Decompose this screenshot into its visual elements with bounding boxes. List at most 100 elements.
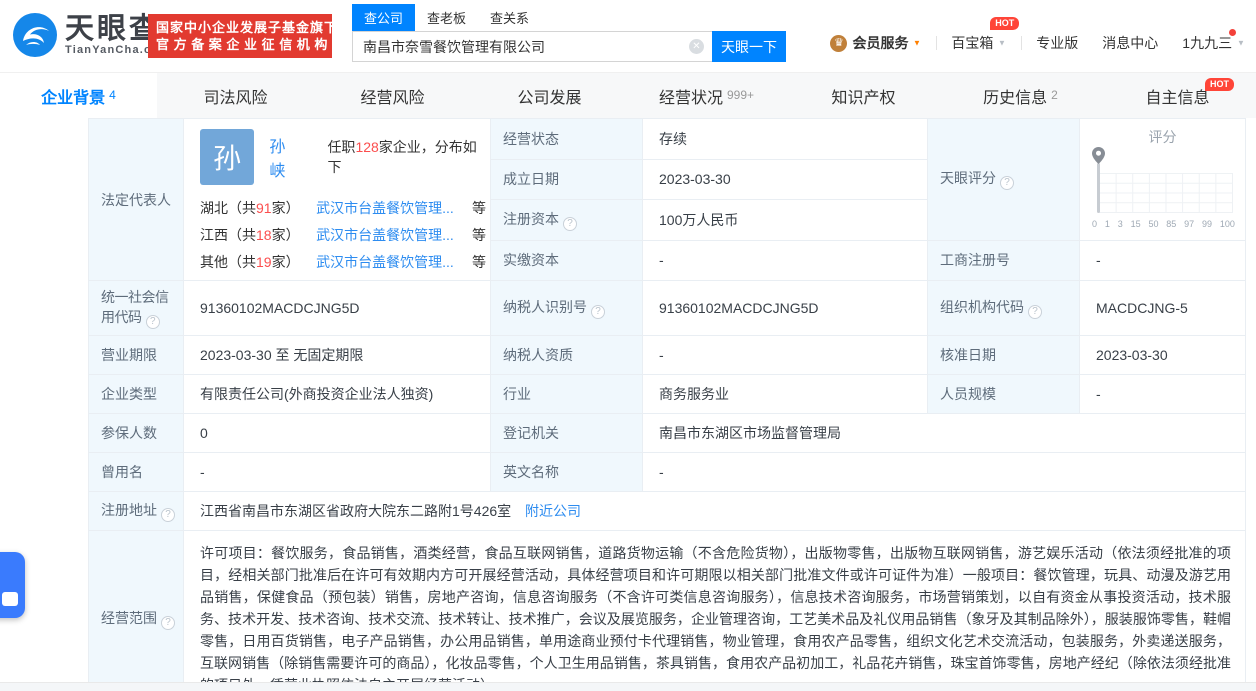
label-text: 注册地址 [101,502,157,518]
help-icon[interactable] [161,616,175,630]
authority-label: 登记机关 [490,413,643,453]
tab-label: 自主信息 [1145,89,1210,107]
tab-label: 知识产权 [831,89,896,107]
chevron-down-icon [998,39,1006,48]
message-center-menu[interactable]: 消息中心 [1102,33,1158,53]
help-icon[interactable] [563,216,577,231]
search-area: 查公司 查老板 查关系 天眼一下 [352,4,786,62]
search-tab-company[interactable]: 查公司 [352,4,416,31]
help-icon[interactable] [591,305,605,319]
credit-code-label: 统一社会信用代码 [88,280,184,336]
region-stat: 江西（共18家） [200,225,316,245]
region-suffix: 家） [271,227,300,243]
tab-company-development[interactable]: 公司发展 [471,73,628,118]
address-text: 江西省南昌市东湖区省政府大院东二路附1号426室 [200,503,512,519]
reg-capital-label: 注册资本 [490,198,643,241]
status-value: 存续 [642,118,928,160]
region-row: 湖北（共91家） 武汉市台盖餐饮管理... 等 [200,198,486,218]
score-axis: 0 1 3 15 50 85 97 99 100 [1092,219,1235,229]
axis-tick: 85 [1166,219,1177,229]
label-text: 组织机构代码 [940,299,1024,315]
username: 1九九三 [1182,35,1233,51]
staff-size-label: 人员规模 [927,374,1080,414]
credit-code-value: 91360102MACDCJNG5D [183,280,491,336]
region-suffix: 家） [271,200,300,216]
help-icon[interactable] [1000,176,1014,191]
clear-search-icon[interactable] [689,39,704,54]
gov-badge-line1: 国家中小企业发展子基金旗下 [156,20,339,35]
term-value: 2023-03-30 至 无固定期限 [183,335,491,375]
axis-tick: 3 [1117,219,1123,229]
score-chart-title: 评分 [1148,129,1177,145]
tab-operating-status[interactable]: 经营状况 999+ [628,73,785,118]
tenure-text: 任职128家企业，分布如下 [327,137,486,177]
notification-dot [1229,29,1236,36]
tab-company-background[interactable]: 企业背景 4 [0,73,157,118]
search-input[interactable] [352,31,712,62]
org-code-label: 组织机构代码 [927,280,1080,336]
tianyancha-logo[interactable]: 天眼查 TianYanCha.com [12,12,170,58]
legal-rep-cell: 孙 孙峡 任职128家企业，分布如下 湖北（共91家） 武汉市台盖餐饮管理...… [183,118,491,281]
tyc-score-cell: 评分 0 1 3 15 50 85 97 99 100 [1079,118,1246,241]
scope-label: 经营范围 [88,530,184,691]
help-icon[interactable] [1028,305,1042,319]
reg-no-label: 工商注册号 [927,239,1080,282]
floating-widget[interactable] [0,552,25,618]
region-count: 18 [256,227,272,243]
region-prefix: 其他（共 [200,254,256,270]
related-company-link[interactable]: 武汉市台盖餐饮管理... [316,198,470,218]
gov-credential-badge: 国家中小企业发展子基金旗下 官方备案企业征信机构 [148,14,339,58]
tab-judicial-risk[interactable]: 司法风险 [157,73,314,118]
axis-tick: 99 [1202,219,1213,229]
address-value-cell: 江西省南昌市东湖区省政府大院东二路附1号426室 附近公司 [183,491,1246,531]
help-icon[interactable] [161,508,175,522]
authority-value: 南昌市东湖区市场监督管理局 [642,413,1246,453]
tab-intellectual-property[interactable]: 知识产权 [785,73,942,118]
axis-tick: 0 [1092,219,1098,229]
taxpayer-id-label: 纳税人识别号 [490,280,643,336]
crown-icon [830,34,848,52]
taxpayer-quality-value: - [642,335,928,375]
tab-count: 999+ [726,87,755,102]
etc-text: 等 [472,227,486,243]
approval-date-value: 2023-03-30 [1079,335,1246,375]
nearby-companies-link[interactable]: 附近公司 [525,503,581,519]
tab-self-info[interactable]: 自主信息 HOT [1099,73,1256,118]
region-count: 91 [256,200,272,216]
insured-value: 0 [183,413,491,453]
region-row: 其他（共19家） 武汉市台盖餐饮管理... 等 [200,252,486,272]
former-name-value: - [183,452,491,492]
search-tab-boss[interactable]: 查老板 [415,4,478,31]
established-label: 成立日期 [490,159,643,200]
region-suffix: 家） [271,254,300,270]
tab-history-info[interactable]: 历史信息 2 [942,73,1099,118]
company-type-label: 企业类型 [88,374,184,414]
label-text: 经营范围 [101,610,157,626]
tab-label: 公司发展 [517,89,582,107]
axis-tick: 97 [1184,219,1195,229]
legal-rep-name-link[interactable]: 孙峡 [269,133,300,181]
tab-label: 经营状况 [658,89,723,107]
axis-tick: 1 [1104,219,1110,229]
region-stat: 湖北（共91家） [200,198,316,218]
help-icon[interactable] [145,315,160,329]
legal-rep-label: 法定代表人 [88,118,184,281]
status-label: 经营状态 [490,118,643,160]
pro-version-menu[interactable]: 专业版 [1036,33,1078,53]
search-button[interactable]: 天眼一下 [712,31,786,62]
term-label: 营业期限 [88,335,184,375]
user-account-menu[interactable]: 1九九三 [1182,29,1246,53]
toolbox-menu[interactable]: 百宝箱 HOT [951,17,1020,53]
avatar[interactable]: 孙 [200,129,255,185]
region-prefix: 江西（共 [200,227,256,243]
related-company-link[interactable]: 武汉市台盖餐饮管理... [316,252,470,272]
vip-services-menu[interactable]: 会员服务 [830,33,922,53]
search-tab-relation[interactable]: 查关系 [478,4,541,31]
industry-label: 行业 [490,374,643,414]
related-company-link[interactable]: 武汉市台盖餐饮管理... [316,225,470,245]
hot-badge: HOT [990,17,1020,30]
taxpayer-quality-label: 纳税人资质 [490,335,643,375]
tab-operating-risk[interactable]: 经营风险 [314,73,471,118]
company-info-table: 法定代表人 孙 孙峡 任职128家企业，分布如下 湖北（共91家） 武汉市台盖餐… [88,118,1246,691]
tab-label: 企业背景 [41,89,106,107]
